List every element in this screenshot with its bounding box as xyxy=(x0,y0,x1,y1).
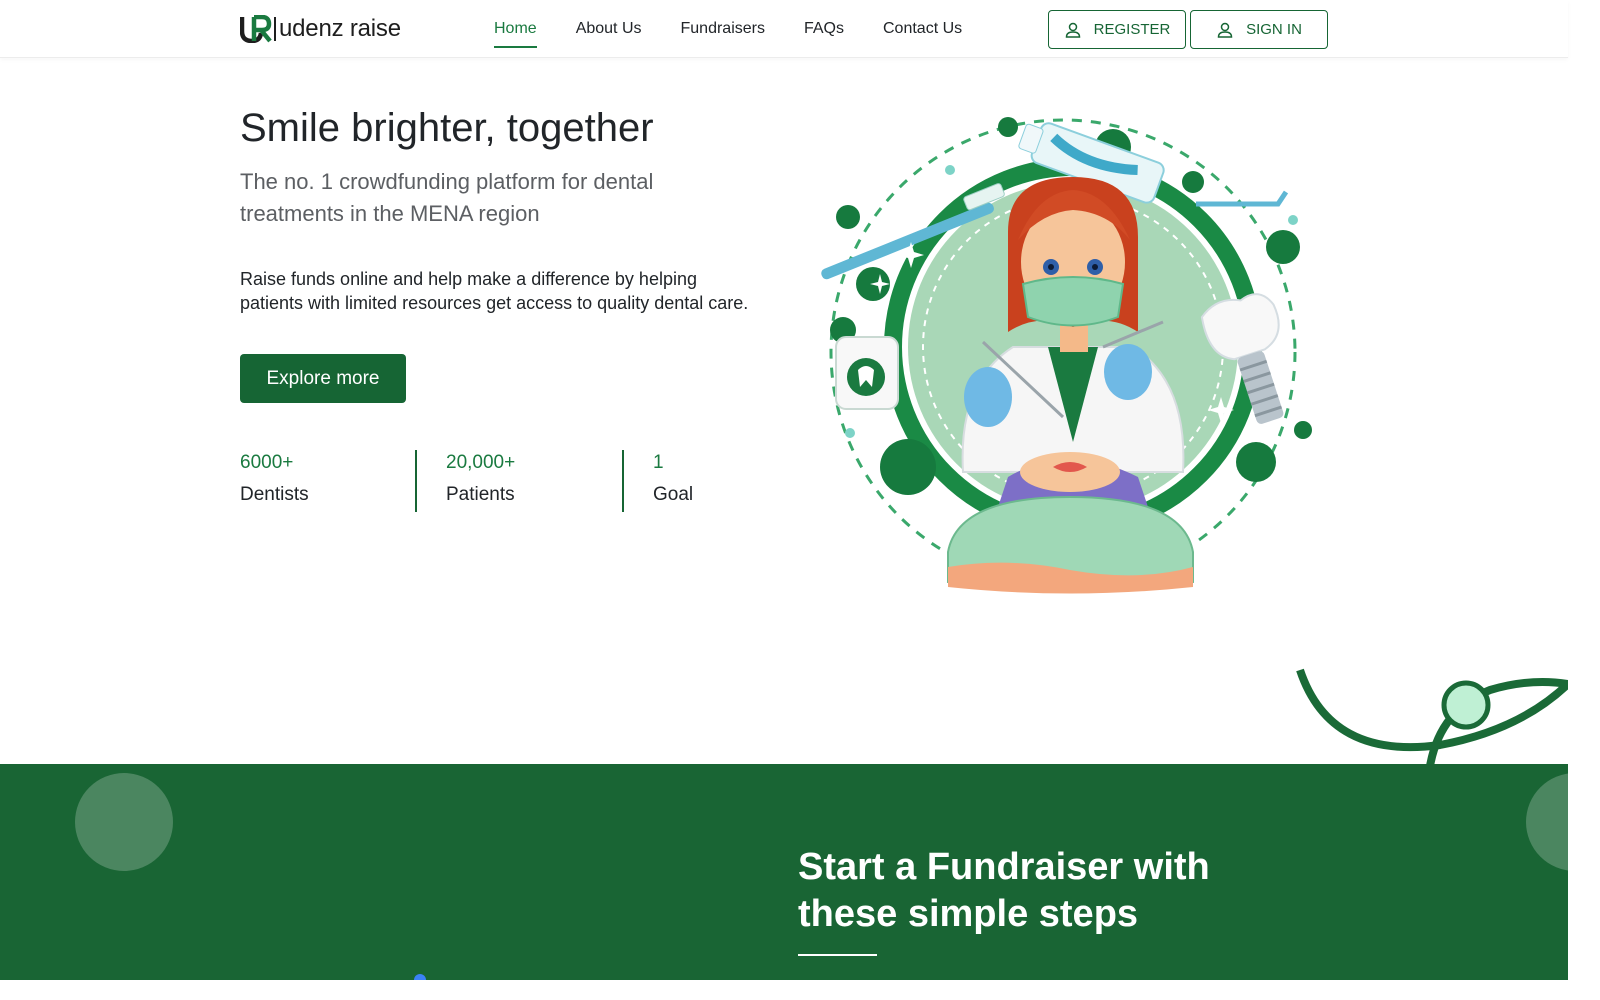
explore-more-button[interactable]: Explore more xyxy=(240,354,406,403)
dentist-illustration xyxy=(821,117,1312,594)
hero-description: Raise funds online and help make a diffe… xyxy=(240,269,749,313)
register-label: REGISTER xyxy=(1093,21,1171,38)
title-underline xyxy=(798,954,877,956)
stat-patients: 20,000+ Patients xyxy=(446,450,515,512)
steps-section: Start a Fundraiser with these simple ste… xyxy=(0,764,1568,980)
hero-title: Smile brighter, together xyxy=(240,106,654,150)
stat-value: 20,000+ xyxy=(446,452,516,473)
nav-home[interactable]: Home xyxy=(494,0,537,58)
nav-fundraisers[interactable]: Fundraisers xyxy=(681,0,765,58)
stat-divider xyxy=(415,450,417,512)
logo-text: udenz raise xyxy=(279,15,401,42)
stat-value: 1 xyxy=(653,452,664,473)
user-icon xyxy=(1065,22,1080,38)
stat-divider xyxy=(622,450,624,512)
logo[interactable]: udenz raise xyxy=(240,15,401,43)
stat-label: Dentists xyxy=(240,484,309,505)
user-icon xyxy=(1217,22,1233,38)
nav-faqs[interactable]: FAQs xyxy=(804,0,844,58)
hero-subtitle: The no. 1 crowdfunding platform for dent… xyxy=(240,169,654,226)
logo-icon xyxy=(240,15,272,43)
stat-goal: 1 Goal xyxy=(653,450,693,512)
nav-about-us[interactable]: About Us xyxy=(576,0,642,58)
stat-label: Patients xyxy=(446,484,515,505)
decorative-arc xyxy=(1296,668,1568,766)
decorative-circle xyxy=(1526,773,1568,871)
decorative-dot xyxy=(414,974,426,980)
main-nav: Home About Us Fundraisers FAQs Contact U… xyxy=(494,0,1001,58)
register-button[interactable]: REGISTER xyxy=(1048,10,1186,49)
nav-contact-us[interactable]: Contact Us xyxy=(883,0,962,58)
logo-separator xyxy=(274,17,276,41)
decorative-circle xyxy=(75,773,173,871)
sign-in-label: SIGN IN xyxy=(1246,21,1302,38)
site-header: udenz raise Home About Us Fundraisers FA… xyxy=(0,0,1568,58)
stat-label: Goal xyxy=(653,484,694,505)
steps-title: Start a Fundraiser with these simple ste… xyxy=(798,846,1210,935)
stat-dentists: 6000+ Dentists xyxy=(240,450,309,512)
stat-value: 6000+ xyxy=(240,452,294,473)
sign-in-button[interactable]: SIGN IN xyxy=(1190,10,1328,49)
